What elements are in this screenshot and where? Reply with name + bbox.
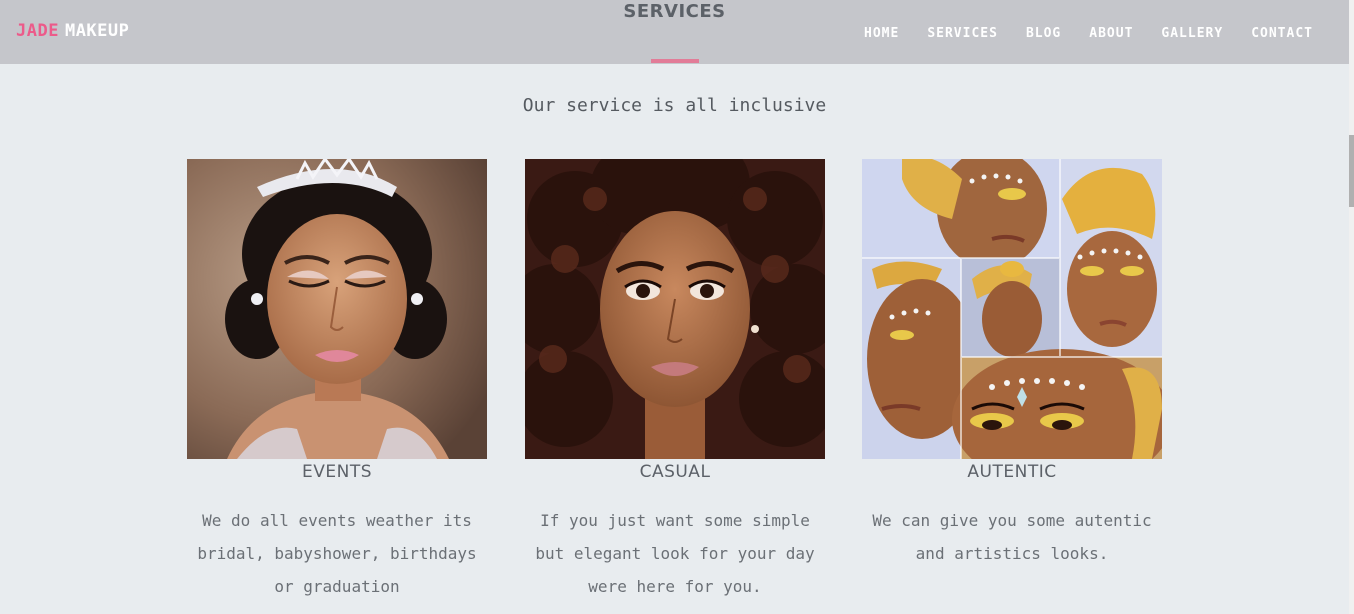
casual-photo: [525, 159, 825, 459]
nav-contact[interactable]: CONTACT: [1251, 26, 1313, 42]
brand-second: MAKEUP: [64, 21, 130, 41]
nav-home[interactable]: HOME: [864, 26, 899, 42]
section-title: SERVICES: [623, 1, 726, 22]
nav-about[interactable]: ABOUT: [1089, 26, 1133, 42]
brand-first: JADE: [16, 21, 59, 41]
service-card-events: EVENTS We do all events weather its brid…: [187, 159, 487, 603]
service-card-casual: CASUAL If you just want some simple but …: [525, 159, 825, 603]
main-nav: HOME SERVICES BLOG ABOUT GALLERY CONTACT: [864, 26, 1313, 42]
nav-services[interactable]: SERVICES: [927, 26, 998, 42]
events-text: We do all events weather its bridal, bab…: [197, 511, 477, 596]
events-title: EVENTS: [301, 462, 372, 482]
casual-title: CASUAL: [639, 462, 711, 482]
service-card-autentic: AUTENTIC We can give you some autentic a…: [862, 159, 1162, 570]
navbar: JADE MAKEUP SERVICES HOME SERVICES BLOG A…: [0, 0, 1349, 64]
section-title-underline: [651, 59, 699, 63]
brand-logo[interactable]: JADE MAKEUP: [16, 21, 129, 41]
autentic-title: AUTENTIC: [967, 462, 1057, 482]
services-subtitle: Our service is all inclusive: [522, 95, 827, 116]
autentic-photo-collage: [862, 159, 1162, 459]
nav-blog[interactable]: BLOG: [1026, 26, 1061, 42]
scrollbar[interactable]: [1349, 0, 1354, 614]
scrollbar-thumb[interactable]: [1349, 135, 1354, 207]
page: JADE MAKEUP SERVICES HOME SERVICES BLOG A…: [0, 0, 1354, 614]
events-photo: [187, 159, 487, 459]
casual-text: If you just want some simple but elegant…: [535, 511, 815, 596]
nav-gallery[interactable]: GALLERY: [1161, 26, 1223, 42]
autentic-text: We can give you some autentic and artist…: [872, 511, 1152, 563]
